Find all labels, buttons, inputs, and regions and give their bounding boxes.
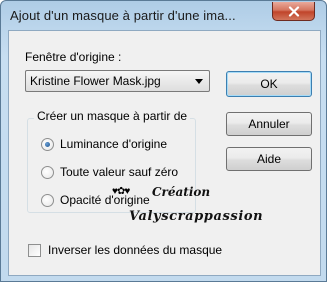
- ok-button-label: OK: [260, 77, 278, 91]
- watermark-line1: Création: [152, 185, 211, 199]
- dialog-client: Fenêtre d'origine : Kristine Flower Mask…: [8, 30, 321, 276]
- radio-opacity-label[interactable]: Opacité d'origine: [60, 193, 150, 207]
- chevron-down-icon: [195, 79, 203, 84]
- ok-button[interactable]: OK: [226, 71, 312, 97]
- watermark-hearts: ♥✿♥: [112, 186, 130, 197]
- radio-nonzero[interactable]: [41, 166, 54, 179]
- cancel-button-label: Annuler: [248, 117, 290, 131]
- cancel-button[interactable]: Annuler: [226, 112, 312, 136]
- radio-nonzero-label[interactable]: Toute valeur sauf zéro: [60, 165, 178, 179]
- radio-luminance[interactable]: [41, 138, 54, 151]
- window-title: Ajout d'un masque à partir d'une ima...: [10, 8, 236, 23]
- source-dropdown[interactable]: Kristine Flower Mask.jpg: [25, 70, 210, 92]
- close-button[interactable]: [272, 2, 315, 21]
- help-button[interactable]: Aide: [226, 147, 312, 171]
- help-button-label: Aide: [256, 152, 282, 166]
- source-dropdown-value: Kristine Flower Mask.jpg: [30, 74, 161, 88]
- dialog-window: Ajout d'un masque à partir d'une ima... …: [0, 0, 327, 282]
- source-label: Fenêtre d'origine :: [25, 50, 122, 64]
- invert-checkbox-label[interactable]: Inverser les données du masque: [48, 243, 222, 257]
- mask-source-group-legend: Créer un masque à partir de: [34, 109, 191, 123]
- invert-checkbox[interactable]: [28, 244, 41, 257]
- radio-luminance-label[interactable]: Luminance d'origine: [60, 137, 167, 151]
- radio-opacity[interactable]: [41, 194, 54, 207]
- watermark-line2: Valyscrappassion: [129, 209, 264, 224]
- close-icon: [288, 5, 299, 17]
